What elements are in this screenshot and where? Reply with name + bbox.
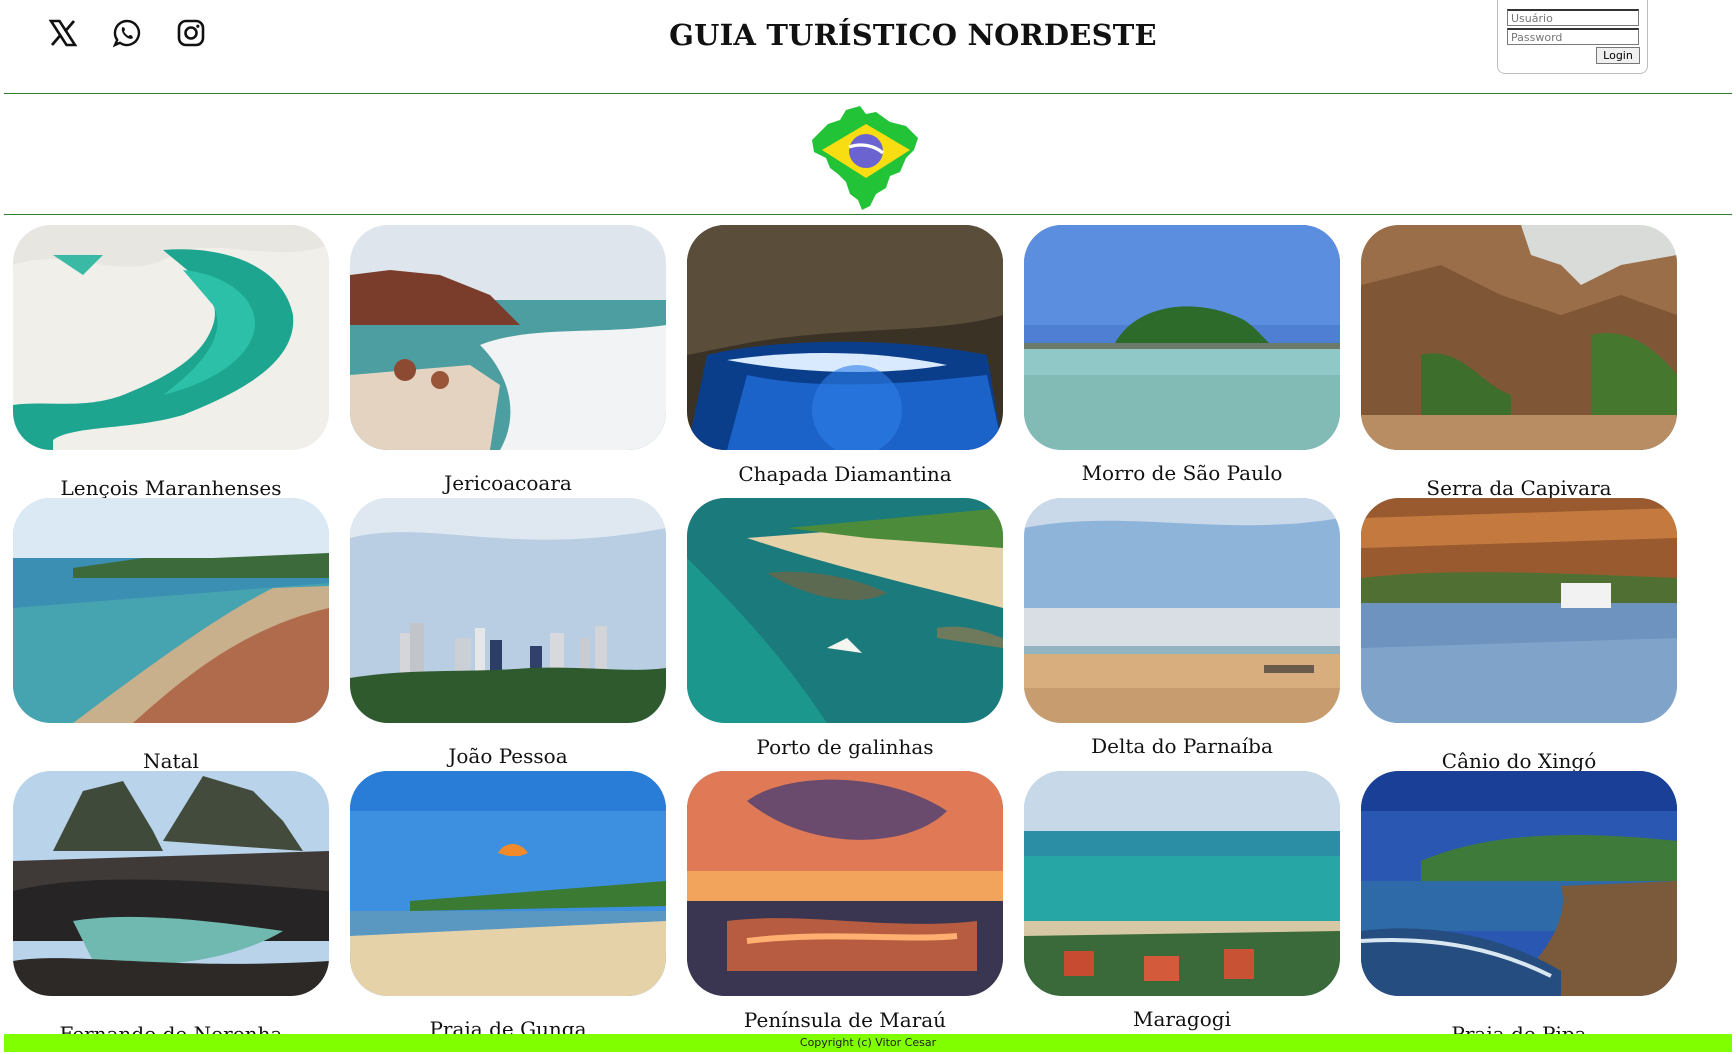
- destination-photo[interactable]: [13, 498, 329, 723]
- brazil-flag-map-logo: [812, 106, 918, 210]
- login-form: Login: [1497, 0, 1648, 74]
- destination-card[interactable]: Praia de Gunga: [350, 771, 666, 1041]
- login-button[interactable]: Login: [1596, 47, 1640, 64]
- destination-photo[interactable]: [1361, 498, 1677, 723]
- destination-name: Cânio do Xingó: [1441, 749, 1597, 773]
- destination-photo[interactable]: [1361, 225, 1677, 450]
- destination-card[interactable]: Chapada Diamantina: [687, 225, 1003, 486]
- destination-name: Morro de São Paulo: [1081, 461, 1283, 485]
- destination-name: Natal: [143, 749, 199, 773]
- username-input[interactable]: [1507, 9, 1639, 26]
- destination-photo[interactable]: [1024, 225, 1340, 450]
- destination-card[interactable]: Península de Maraú: [687, 771, 1003, 1032]
- header-divider: [4, 93, 1732, 94]
- destination-name: João Pessoa: [448, 744, 568, 768]
- destination-photo[interactable]: [1361, 771, 1677, 996]
- destination-card[interactable]: Lençois Maranhenses: [13, 225, 329, 500]
- page-title: GUIA TURÍSTICO NORDESTE: [669, 18, 1157, 52]
- destination-photo[interactable]: [350, 771, 666, 996]
- destination-card[interactable]: Jericoacoara: [350, 225, 666, 495]
- destination-photo[interactable]: [687, 498, 1003, 723]
- destination-card[interactable]: Maragogi: [1024, 771, 1340, 1031]
- destination-card[interactable]: João Pessoa: [350, 498, 666, 768]
- destination-photo[interactable]: [1024, 498, 1340, 723]
- destination-card[interactable]: Serra da Capivara: [1361, 225, 1677, 500]
- destination-card[interactable]: Fernando de Noronha: [13, 771, 329, 1046]
- destination-name: Maragogi: [1133, 1007, 1231, 1031]
- destination-name: Península de Maraú: [743, 1008, 947, 1032]
- destination-card[interactable]: Porto de galinhas: [687, 498, 1003, 759]
- destination-name: Chapada Diamantina: [738, 462, 952, 486]
- destination-name: Jericoacoara: [444, 471, 572, 495]
- destination-photo[interactable]: [687, 771, 1003, 996]
- destination-card[interactable]: Delta do Parnaíba: [1024, 498, 1340, 758]
- destination-card[interactable]: Praia de Pipa: [1361, 771, 1677, 1046]
- destination-photo[interactable]: [350, 225, 666, 450]
- destination-name: Lençois Maranhenses: [60, 476, 282, 500]
- copyright-text: Copyright (c) Vitor Cesar: [799, 1036, 937, 1049]
- destination-name: Delta do Parnaíba: [1091, 734, 1273, 758]
- footer: Copyright (c) Vitor Cesar: [4, 1034, 1732, 1052]
- destination-photo[interactable]: [1024, 771, 1340, 996]
- destination-photo[interactable]: [13, 225, 329, 450]
- destination-name: Porto de galinhas: [756, 735, 934, 759]
- banner-divider: [4, 214, 1732, 215]
- destination-card[interactable]: Morro de São Paulo: [1024, 225, 1340, 485]
- destination-card[interactable]: Cânio do Xingó: [1361, 498, 1677, 773]
- destination-photo[interactable]: [687, 225, 1003, 450]
- destination-name: Serra da Capivara: [1426, 476, 1612, 500]
- destination-photo[interactable]: [13, 771, 329, 996]
- password-input[interactable]: [1507, 28, 1639, 45]
- destination-photo[interactable]: [350, 498, 666, 723]
- destination-card[interactable]: Natal: [13, 498, 329, 773]
